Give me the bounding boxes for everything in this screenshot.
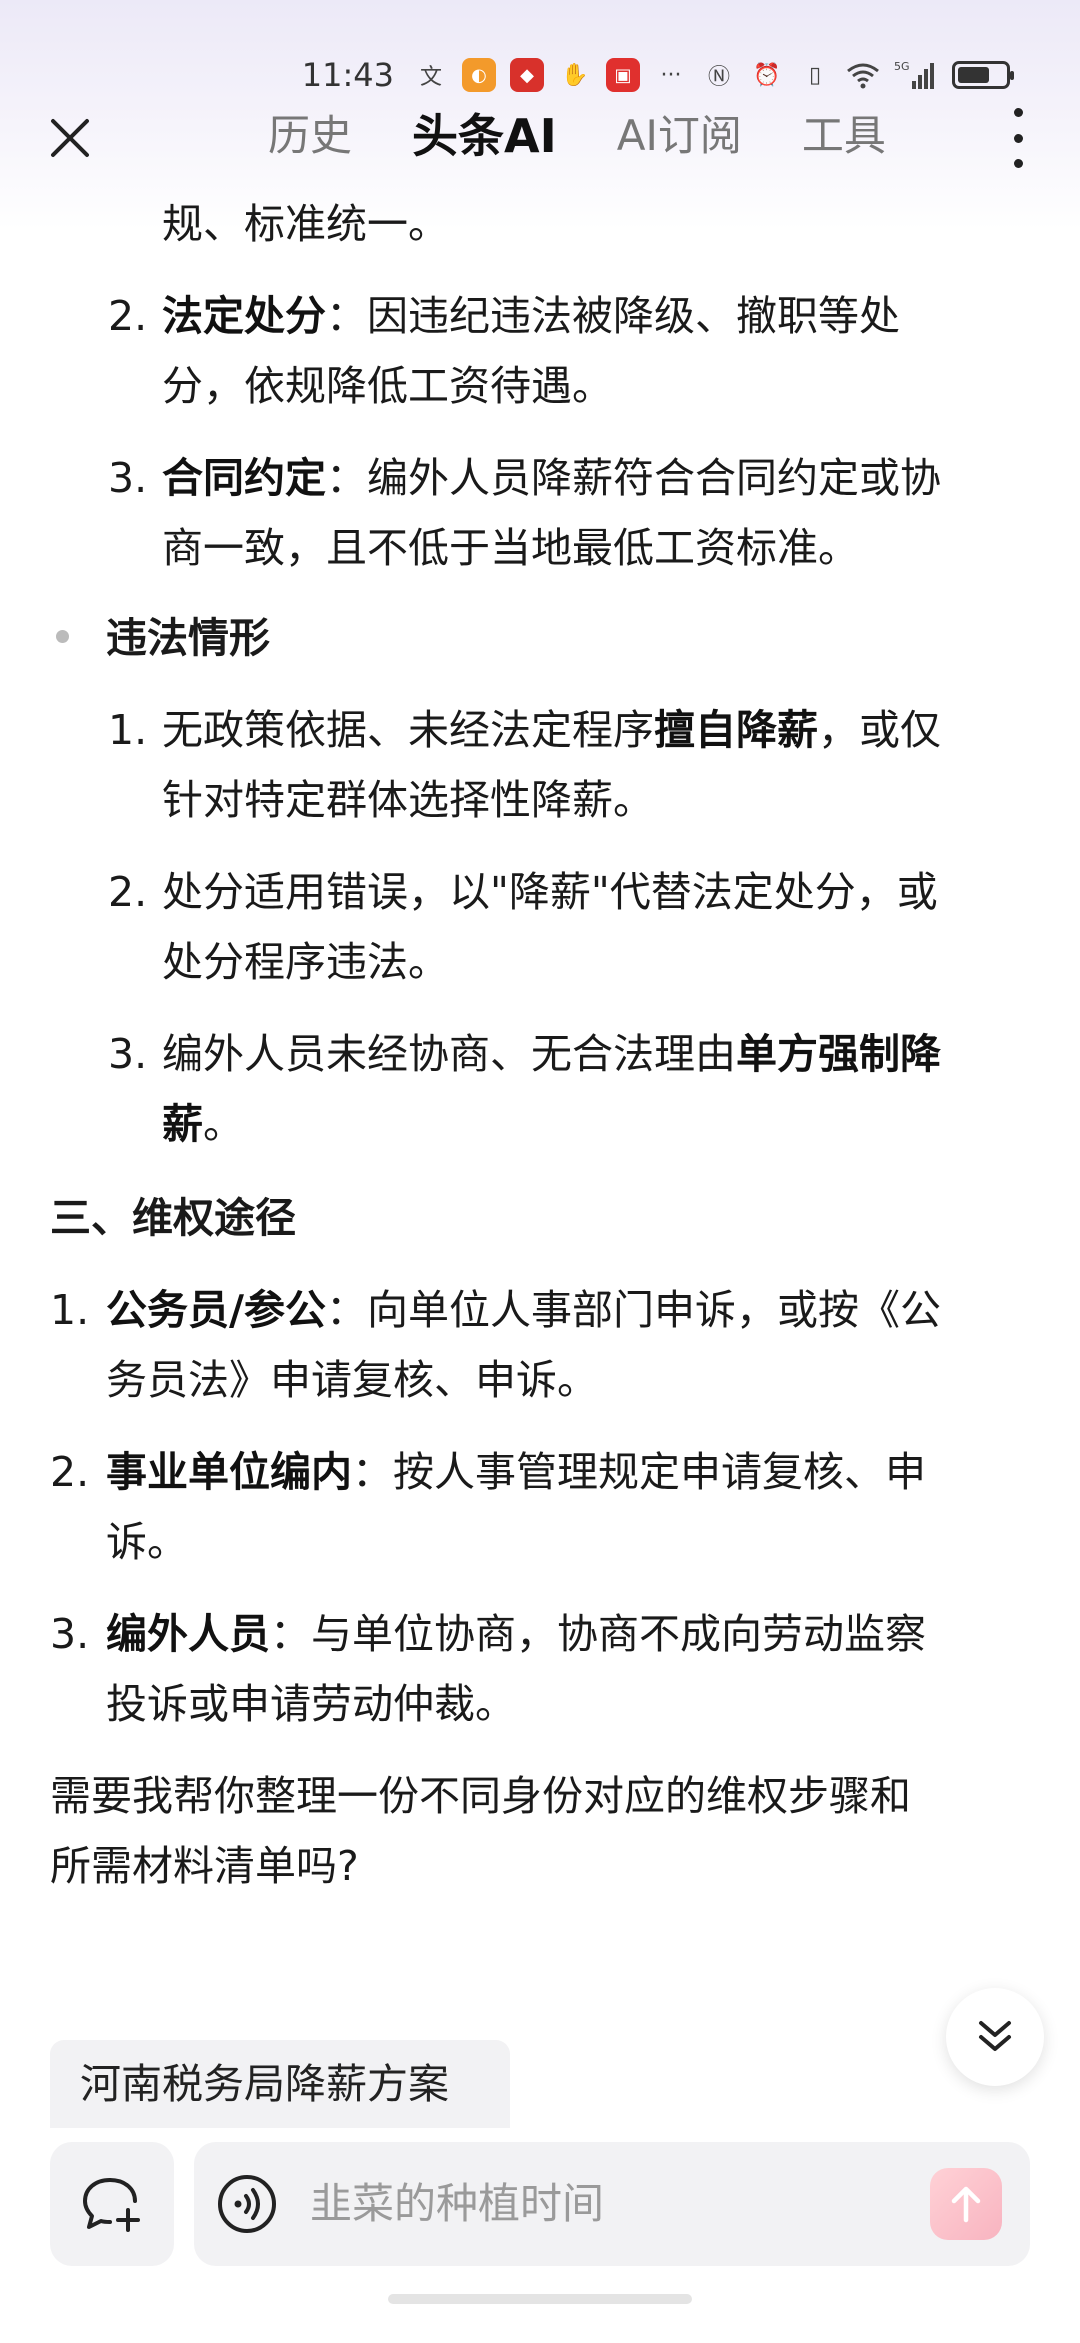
- network-label: 5G: [894, 60, 910, 73]
- list-item-keyword: 法定处分: [162, 292, 326, 340]
- double-chevron-down-icon: [979, 2021, 1011, 2051]
- app-icon-orange: ◐: [462, 58, 496, 92]
- battery-icon: [952, 61, 1014, 89]
- list-item-text: 针对特定群体选择性降薪。: [162, 776, 654, 824]
- list-number: 2.: [108, 868, 148, 916]
- tab-history[interactable]: 历史: [268, 106, 352, 166]
- list-item-line: 法定处分：因违纪违法被降级、撤职等处: [162, 280, 900, 352]
- more-dots-icon: ···: [660, 62, 682, 88]
- list-number: 3.: [50, 1610, 90, 1658]
- section-heading: 三、维权途径: [50, 1194, 296, 1242]
- list-item-text: 。: [203, 1100, 244, 1148]
- list-item-keyword: 编外人员: [106, 1610, 270, 1658]
- list-number: 2.: [50, 1448, 90, 1496]
- followup-question: 需要我帮你整理一份不同身份对应的维权步骤和: [50, 1772, 911, 1820]
- wifi-icon: [846, 58, 880, 92]
- list-item-text: 务员法》申请复核、申诉。: [106, 1356, 598, 1404]
- list-number: 3.: [108, 454, 148, 502]
- more-options-icon[interactable]: [1010, 108, 1026, 168]
- new-chat-button[interactable]: [50, 2142, 174, 2266]
- nav-tabs: 历史 头条AI AI订阅 工具: [268, 106, 946, 166]
- list-item-text: ：按人事管理规定申请复核、申: [352, 1448, 926, 1496]
- list-item-line: 薪。: [162, 1088, 244, 1160]
- list-item-text: 处分适用错误，以"降薪"代替法定处分，或: [162, 868, 938, 916]
- list-number: 2.: [108, 292, 148, 340]
- list-item-line: 合同约定：编外人员降薪符合合同约定或协: [162, 442, 941, 514]
- list-item-text: 投诉或申请劳动仲裁。: [106, 1680, 516, 1728]
- tab-toutiao-ai[interactable]: 头条AI: [412, 106, 557, 166]
- list-item-keyword: 合同约定: [162, 454, 326, 502]
- list-item-text: ：编外人员降薪符合合同约定或协: [326, 454, 941, 502]
- list-number: 1.: [108, 706, 148, 754]
- list-item-line: 公务员/参公：向单位人事部门申诉，或按《公: [106, 1274, 941, 1346]
- app-icon-red: ◆: [510, 58, 544, 92]
- app-icon-hand: ✋: [561, 62, 589, 88]
- input-placeholder: 韭菜的种植时间: [310, 2179, 605, 2228]
- list-item-line: 编外人员未经协商、无合法理由单方强制降: [162, 1018, 941, 1090]
- nfc-icon: Ⓝ: [707, 65, 730, 90]
- close-icon[interactable]: [42, 110, 98, 166]
- chat-input[interactable]: 韭菜的种植时间: [194, 2142, 1030, 2266]
- status-time: 11:43: [301, 56, 394, 94]
- list-item-keyword: 事业单位编内: [106, 1448, 352, 1496]
- send-button[interactable]: [930, 2168, 1002, 2240]
- list-item-keyword: 擅自降薪: [654, 706, 818, 754]
- translate-icon: 文: [419, 65, 442, 90]
- tab-ai-subscription[interactable]: AI订阅: [617, 106, 742, 166]
- text-line: 规、标准统一。: [162, 200, 449, 248]
- suggestion-chip[interactable]: 河南税务局降薪方案: [50, 2040, 510, 2128]
- list-item-text: 商一致，且不低于当地最低工资标准。: [162, 524, 859, 572]
- scroll-to-bottom-button[interactable]: [946, 1988, 1044, 2086]
- list-item-line: 编外人员：与单位协商，协商不成向劳动监察: [106, 1598, 926, 1670]
- tab-tools[interactable]: 工具: [802, 106, 886, 166]
- list-item-text: 处分程序违法。: [162, 938, 449, 986]
- list-item-text: 分，依规降低工资待遇。: [162, 362, 613, 410]
- list-item-text: ，或仅: [818, 706, 941, 754]
- list-item-text: 无政策依据、未经法定程序: [162, 706, 654, 754]
- list-item-text: ：与单位协商，协商不成向劳动监察: [270, 1610, 926, 1658]
- list-item-keyword: 薪: [162, 1100, 203, 1148]
- section-subheading: 违法情形: [106, 614, 270, 662]
- bullet-dot: [56, 630, 69, 643]
- list-number: 3.: [108, 1030, 148, 1078]
- list-item-line: 事业单位编内：按人事管理规定申请复核、申: [106, 1436, 926, 1508]
- list-item-text: ：因违纪违法被降级、撤职等处: [326, 292, 900, 340]
- vibrate-icon: ▯: [808, 62, 822, 88]
- list-item-line: 无政策依据、未经法定程序擅自降薪，或仅: [162, 694, 941, 766]
- alarm-icon: ⏰: [753, 62, 781, 88]
- signal-icon: 5G: [894, 58, 938, 92]
- followup-question: 所需材料清单吗?: [50, 1842, 359, 1890]
- voice-input-icon[interactable]: [216, 2173, 278, 2235]
- new-chat-icon: [83, 2178, 140, 2232]
- list-number: 1.: [50, 1286, 90, 1334]
- app-icon-red-square: ▣: [606, 58, 640, 92]
- input-bar: 韭菜的种植时间: [0, 2128, 1080, 2343]
- home-indicator[interactable]: [388, 2294, 692, 2304]
- list-item-keyword: 单方强制降: [736, 1030, 941, 1078]
- list-item-text: 诉。: [106, 1518, 188, 1566]
- top-nav: 历史 头条AI AI订阅 工具: [0, 98, 1080, 178]
- arrow-up-icon: [951, 2186, 981, 2223]
- list-item-keyword: 公务员/参公: [106, 1286, 326, 1334]
- list-item-text: ：向单位人事部门申诉，或按《公: [325, 1286, 941, 1334]
- list-item-text: 编外人员未经协商、无合法理由: [162, 1030, 736, 1078]
